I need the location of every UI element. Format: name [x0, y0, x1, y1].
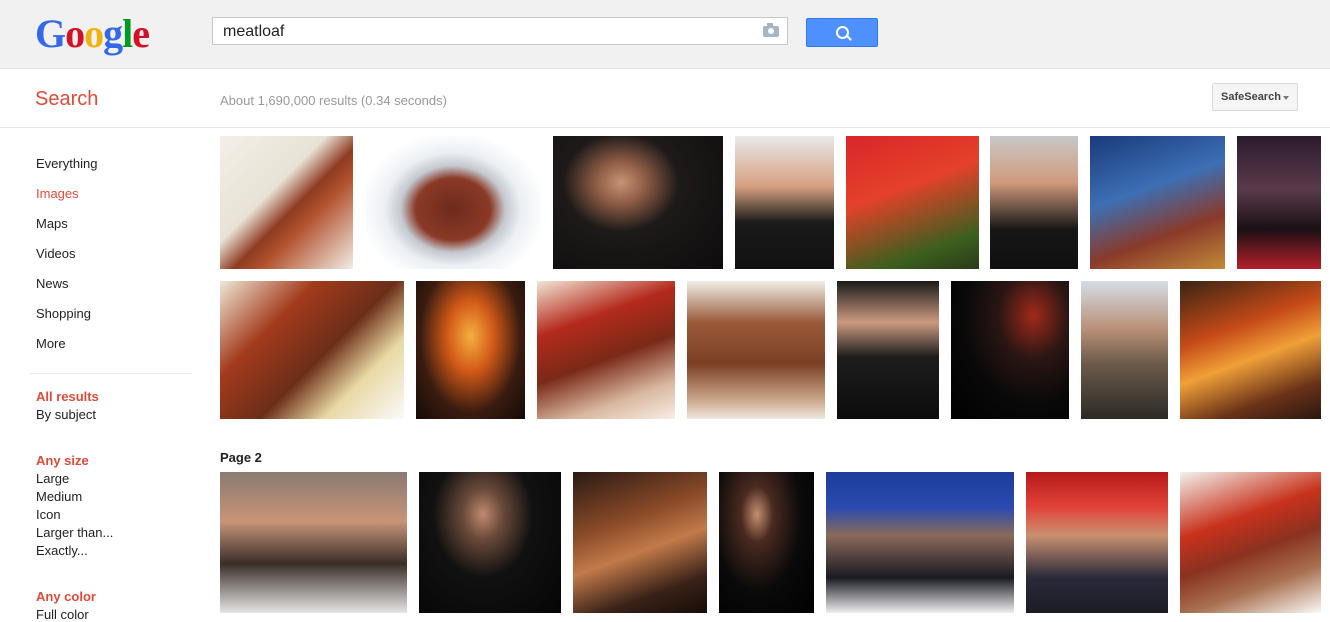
nav-item-maps[interactable]: Maps	[36, 215, 196, 245]
image-thumbnail[interactable]	[951, 281, 1069, 419]
tool-by-subject[interactable]: By subject	[36, 407, 96, 422]
image-thumbnail[interactable]	[416, 281, 525, 419]
tool-color-full[interactable]: Full color	[36, 607, 89, 622]
tool-all-results[interactable]: All results	[36, 389, 99, 404]
result-stats: About 1,690,000 results (0.34 seconds)	[220, 93, 447, 108]
search-input[interactable]	[221, 18, 755, 46]
safesearch-label: SafeSearch	[1221, 91, 1281, 103]
image-thumbnail[interactable]	[553, 136, 723, 269]
image-thumbnail[interactable]	[220, 136, 353, 269]
image-thumbnail[interactable]	[826, 472, 1014, 613]
logo-letter: o	[65, 11, 85, 56]
search-section-title: Search	[35, 88, 99, 110]
tool-size-large[interactable]: Large	[36, 471, 69, 486]
tool-any-size[interactable]: Any size	[36, 453, 89, 468]
logo-letter: G	[35, 11, 66, 56]
search-icon	[836, 26, 849, 39]
nav-item-news[interactable]: News	[36, 275, 196, 305]
camera-icon[interactable]	[763, 23, 779, 37]
nav-item-everything[interactable]: Everything	[36, 155, 196, 185]
image-thumbnail[interactable]	[837, 281, 939, 419]
image-thumbnail[interactable]	[735, 136, 834, 269]
image-thumbnail[interactable]	[573, 472, 707, 613]
image-thumbnail[interactable]	[537, 281, 675, 419]
tool-size-exactly[interactable]: Exactly...	[36, 543, 88, 558]
image-thumbnail[interactable]	[220, 472, 407, 613]
tool-size-icon[interactable]: Icon	[36, 507, 61, 522]
image-thumbnail[interactable]	[990, 136, 1078, 269]
nav-divider	[30, 373, 192, 374]
logo-letter: g	[103, 11, 123, 56]
nav-item-more[interactable]: More	[36, 335, 196, 365]
nav-item-shopping[interactable]: Shopping	[36, 305, 196, 335]
top-bar: Google	[0, 0, 1330, 69]
search-box[interactable]	[212, 17, 788, 46]
image-thumbnail[interactable]	[1180, 281, 1321, 419]
nav-item-videos[interactable]: Videos	[36, 245, 196, 275]
image-thumbnail[interactable]	[1090, 136, 1225, 269]
page-2-label: Page 2	[220, 450, 262, 465]
tool-size-medium[interactable]: Medium	[36, 489, 82, 504]
logo-letter: o	[84, 11, 104, 56]
google-logo[interactable]: Google	[35, 10, 150, 57]
logo-letter: l	[122, 11, 133, 56]
image-thumbnail[interactable]	[719, 472, 814, 613]
logo-letter: e	[132, 11, 150, 56]
left-nav: Everything Images Maps Videos News Shopp…	[36, 155, 196, 365]
image-thumbnail[interactable]	[365, 136, 541, 269]
image-thumbnail[interactable]	[846, 136, 979, 269]
image-thumbnail[interactable]	[1081, 281, 1168, 419]
image-thumbnail[interactable]	[687, 281, 825, 419]
image-thumbnail[interactable]	[1237, 136, 1321, 269]
safesearch-button[interactable]: SafeSearch	[1212, 83, 1298, 111]
results-header: Search About 1,690,000 results (0.34 sec…	[0, 69, 1330, 128]
search-button[interactable]	[806, 18, 878, 47]
nav-item-images[interactable]: Images	[36, 185, 196, 215]
chevron-down-icon	[1283, 96, 1289, 100]
tool-any-color[interactable]: Any color	[36, 589, 96, 604]
image-thumbnail[interactable]	[1180, 472, 1321, 613]
image-thumbnail[interactable]	[1026, 472, 1168, 613]
image-thumbnail[interactable]	[220, 281, 404, 419]
image-thumbnail[interactable]	[419, 472, 561, 613]
tool-size-larger-than[interactable]: Larger than...	[36, 525, 113, 540]
